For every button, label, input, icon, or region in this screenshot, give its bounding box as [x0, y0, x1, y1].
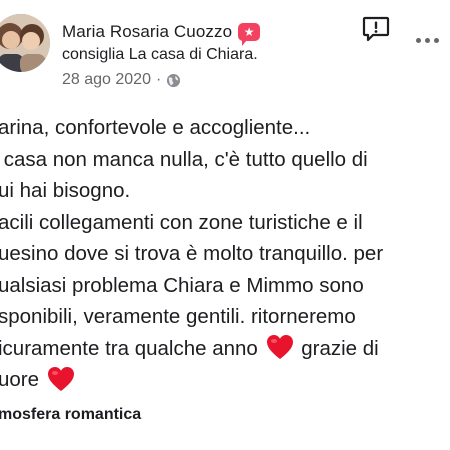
post-date[interactable]: 28 ago 2020: [62, 71, 151, 89]
review-text: arina, confortevole e accogliente... cas…: [0, 112, 450, 396]
recommend-prefix: consiglia: [62, 46, 125, 63]
meta-separator: ·: [155, 71, 162, 88]
heart-emoji-icon: [47, 366, 75, 392]
review-line: casa non manca nulla, c'è tutto quello d…: [0, 147, 368, 171]
review-segment: icuramente tra qualche anno: [0, 336, 264, 360]
place-suffix: .: [253, 46, 258, 63]
report-icon[interactable]: [362, 16, 390, 42]
review-line: arina, confortevole e accogliente...: [0, 116, 311, 139]
review-line: icuramente tra qualche anno grazie di: [0, 333, 450, 365]
review-post: Maria Rosaria Cuozzo ★ consiglia La casa…: [0, 0, 450, 450]
recommend-line: consiglia La casa di Chiara.: [62, 46, 258, 64]
author-name[interactable]: Maria Rosaria Cuozzo: [62, 22, 232, 42]
review-line: ualsiasi problema Chiara e Mimmo sono: [0, 273, 364, 297]
post-meta: 28 ago 2020 ·: [62, 71, 181, 89]
recommend-badge-icon: ★: [238, 23, 261, 46]
review-line: ui hai bisogno.: [0, 179, 131, 202]
review-line: acili collegamenti con zone turistiche e…: [0, 210, 363, 234]
review-line: uore: [0, 364, 450, 396]
review-line: uesino dove si trova è molto tranquillo.…: [0, 242, 384, 265]
more-dot: [425, 38, 430, 43]
review-segment: uore: [0, 368, 45, 391]
globe-icon: [166, 73, 181, 88]
more-dot: [416, 38, 421, 43]
review-segment: grazie di: [295, 336, 379, 360]
place-link[interactable]: La casa di Chiara: [129, 46, 254, 63]
feature-tag: mosfera romantica: [0, 406, 142, 423]
more-options-icon[interactable]: [416, 38, 439, 43]
review-line: sponibili, veramente gentili. ritornerem…: [0, 305, 356, 328]
author-row: Maria Rosaria Cuozzo ★: [62, 20, 261, 46]
more-dot: [434, 38, 439, 43]
avatar[interactable]: [0, 14, 50, 72]
heart-emoji-icon: [266, 334, 294, 360]
